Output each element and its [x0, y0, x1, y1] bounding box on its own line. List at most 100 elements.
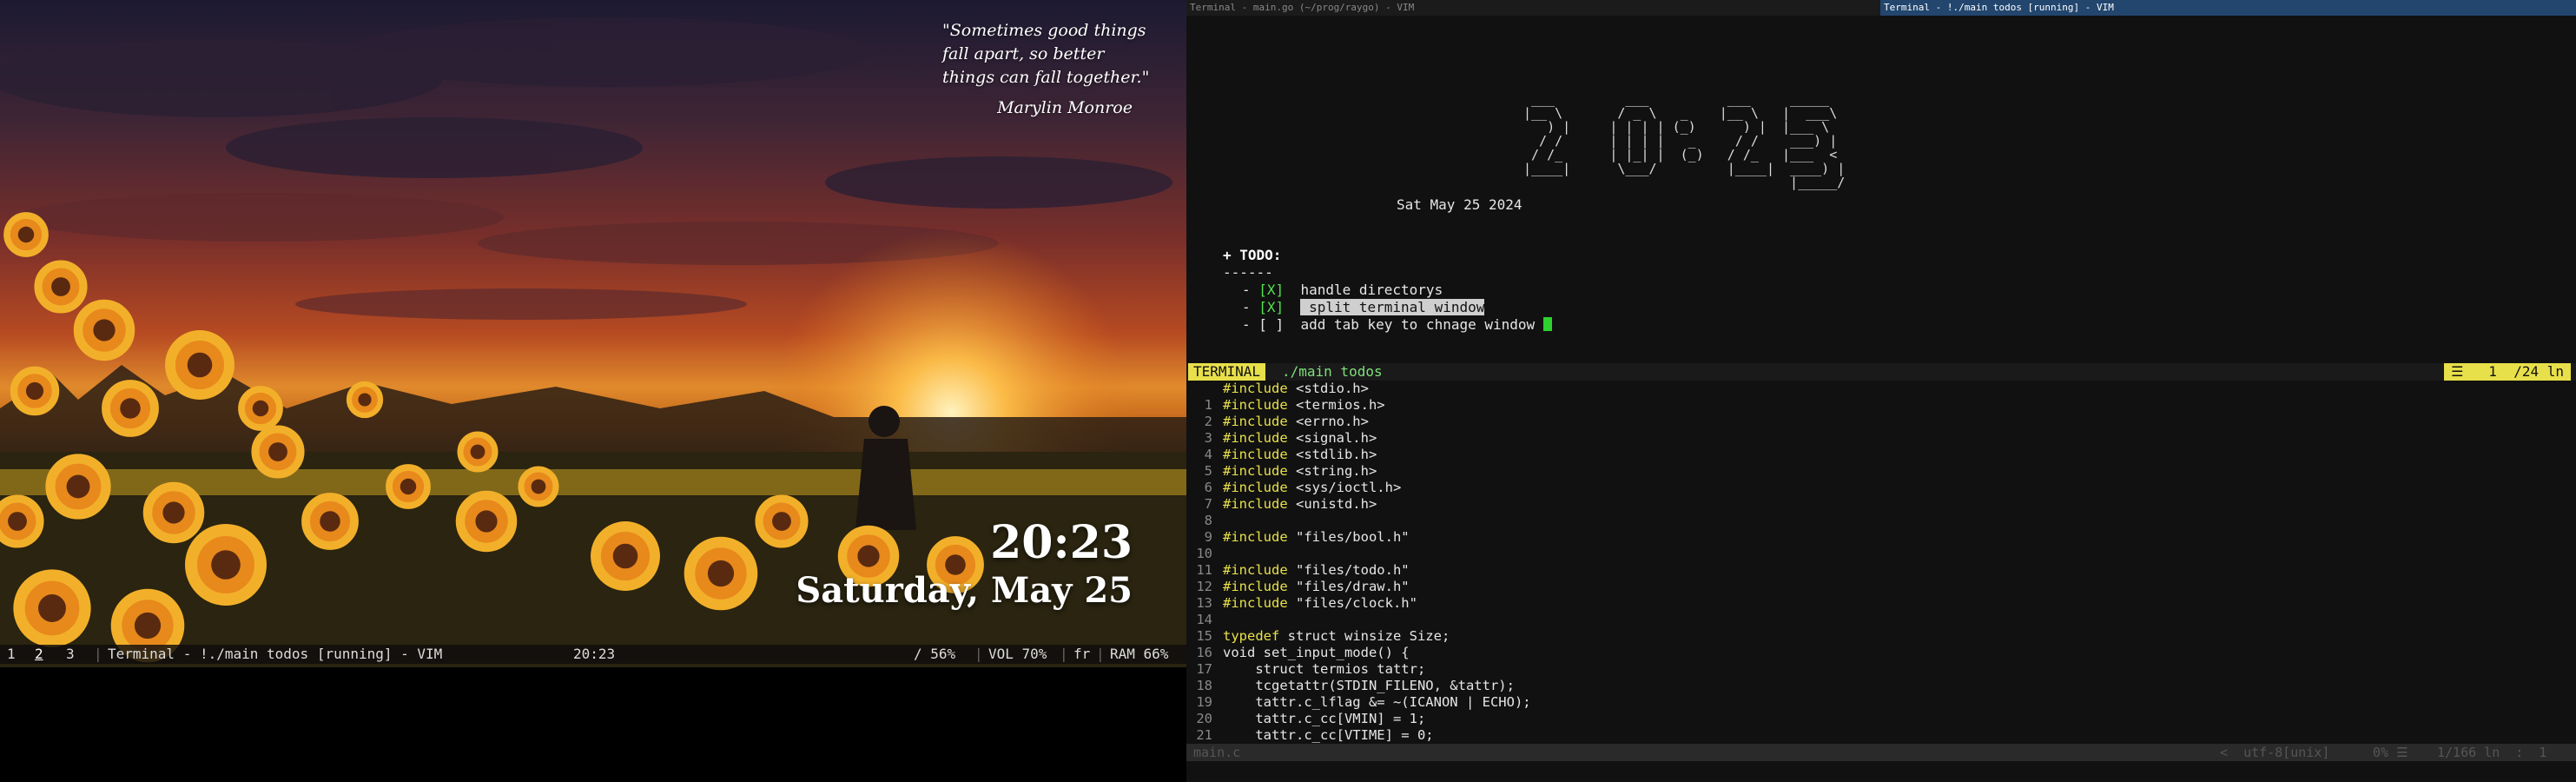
code-line[interactable]: 9 #include "files/bool.h" [1186, 529, 1410, 546]
sunflower-center [17, 226, 35, 243]
todo-item[interactable]: - [X] handle directorys [1242, 282, 1443, 299]
code-line[interactable]: 16 void set_input_mode() { [1186, 645, 1410, 661]
workspace-3[interactable]: 3 [66, 645, 75, 664]
code-line[interactable]: 19 tattr.c_lflag &= ~(ICANON | ECHO); [1186, 694, 1531, 711]
line-number: 15 [1196, 628, 1212, 644]
line-number: 7 [1204, 496, 1212, 512]
window-title-active[interactable]: Terminal - !./main todos [running] - VIM [1880, 0, 2576, 16]
vim-percent: 0% ☰ [2373, 745, 2408, 760]
vim-terminal-window: Terminal - main.go (~/prog/raygo) - VIM … [1186, 0, 2576, 782]
todo-text-selected: split terminal window [1300, 299, 1485, 315]
code-keyword: #include [1223, 480, 1288, 495]
todo-item[interactable]: - [ ] add tab key to chnage window [1242, 316, 1552, 334]
todo-header: + TODO: [1223, 247, 1282, 263]
sunflower-center [400, 478, 417, 495]
code-line[interactable]: 1 #include <termios.h> [1186, 397, 1385, 414]
code-line[interactable]: #include <stdio.h> [1186, 381, 1369, 397]
sunflower-center [187, 352, 213, 378]
code-line[interactable]: 11 #include "files/todo.h" [1186, 562, 1410, 579]
code-line[interactable]: 5 #include <string.h> [1186, 463, 1377, 480]
code-keyword: #include [1223, 595, 1288, 611]
sunflower-center [38, 594, 66, 622]
code-line[interactable]: 2 #include <errno.h> [1186, 414, 1369, 430]
code-text: tcgetattr(STDIN_FILENO, &tattr); [1223, 678, 1515, 693]
vim-command-line[interactable] [1186, 761, 2576, 782]
sunflower-center [25, 381, 44, 401]
todo-text: handle directorys [1300, 282, 1443, 298]
workspace-2[interactable]: 2 [35, 645, 43, 664]
sunflower-center [268, 442, 287, 461]
code-keyword: #include [1223, 562, 1288, 578]
code-line-blank[interactable]: 14 [1186, 612, 1223, 628]
code-keyword: #include [1223, 430, 1288, 446]
sunflower-center [857, 545, 880, 567]
todo-text: add tab key to chnage window [1300, 316, 1536, 333]
terminal-statusline: TERMINAL ./main todos ☰ 1 /24 ln [1186, 363, 2576, 381]
desktop-clock-date: Saturday, May 25 [796, 570, 1133, 611]
workspace-1[interactable]: 1 [7, 645, 16, 664]
window-manager-statusbar: 1 2 3 | Terminal - !./main todos [runnin… [0, 645, 1186, 664]
terminal-cursor [1542, 317, 1552, 331]
code-line[interactable]: 7 #include <unistd.h> [1186, 496, 1377, 513]
statusbar-keyboard-layout[interactable]: fr [1073, 645, 1090, 664]
line-number: 14 [1196, 612, 1212, 627]
todo-checkbox[interactable]: [X] [1258, 299, 1284, 315]
statusbar-clock: 20:23 [573, 646, 616, 662]
wallpaper-quote: "Sometimes good things fall apart, so be… [942, 21, 1150, 87]
line-number: 11 [1196, 562, 1212, 578]
code-keyword: #include [1223, 463, 1288, 479]
terminal-pane[interactable]: ___ ___ ___ _____ |__ \ / _ \ _ |__ \ | … [1186, 16, 2576, 363]
code-line[interactable]: 13 #include "files/clock.h" [1186, 595, 1417, 612]
window-title-inactive[interactable]: Terminal - main.go (~/prog/raygo) - VIM [1186, 0, 1885, 16]
code-line[interactable]: 21 tattr.c_cc[VTIME] = 0; [1186, 727, 1434, 744]
code-text: void set_input_mode() { [1223, 645, 1410, 660]
code-line[interactable]: 18 tcgetattr(STDIN_FILENO, &tattr); [1186, 678, 1515, 694]
code-keyword: #include [1223, 496, 1288, 512]
code-text: <termios.h> [1287, 397, 1385, 413]
code-text: <sys/ioctl.h> [1287, 480, 1402, 495]
line-number: 12 [1196, 579, 1212, 594]
sunflower-center [470, 444, 485, 460]
code-text: tattr.c_cc[VMIN] = 1; [1223, 711, 1426, 726]
desktop-clock-time: 20:23 [990, 516, 1133, 569]
code-text: tattr.c_lflag &= ~(ICANON | ECHO); [1223, 694, 1531, 710]
line-number: 21 [1196, 727, 1212, 743]
line-number: 3 [1204, 430, 1212, 446]
code-line[interactable]: 4 #include <stdlib.h> [1186, 447, 1377, 463]
code-line[interactable]: 17 struct termios tattr; [1186, 661, 1425, 678]
code-keyword: #include [1223, 529, 1288, 545]
code-text: tattr.c_cc[VTIME] = 0; [1223, 727, 1434, 743]
statusbar-volume[interactable]: VOL 70% [988, 645, 1047, 664]
code-keyword: typedef [1223, 628, 1280, 644]
terminal-command: ./main todos [1282, 363, 1383, 380]
code-line[interactable]: 3 #include <signal.h> [1186, 430, 1377, 447]
sunflower-center [93, 319, 116, 341]
code-line-blank[interactable]: 10 [1186, 546, 1223, 562]
code-text: struct winsize Size; [1279, 628, 1450, 644]
desktop-wallpaper: "Sometimes good things fall apart, so be… [0, 0, 1186, 667]
line-number: 4 [1204, 447, 1212, 462]
code-line[interactable]: 15 typedef struct winsize Size; [1186, 628, 1450, 645]
todo-checkbox[interactable]: [ ] [1258, 316, 1284, 333]
ascii-clock: ___ ___ ___ _____ |__ \ / _ \ _ |__ \ | … [1523, 91, 1846, 190]
code-text: <string.h> [1287, 463, 1377, 479]
sunflower-center [211, 550, 241, 580]
sunflower-center [252, 400, 269, 417]
todo-item[interactable]: - [X] split terminal window [1242, 299, 1485, 316]
todo-checkbox[interactable]: [X] [1258, 282, 1284, 298]
terminal-date: Sat May 25 2024 [1397, 196, 1522, 213]
line-number: 1 [1204, 397, 1212, 413]
code-line[interactable]: 20 tattr.c_cc[VMIN] = 1; [1186, 711, 1425, 727]
code-line-blank[interactable]: 8 [1186, 513, 1223, 529]
code-text: "files/todo.h" [1287, 562, 1410, 578]
terminal-mode-badge: TERMINAL [1188, 363, 1266, 381]
sunflower-center [51, 277, 70, 296]
code-line[interactable]: 12 #include "files/draw.h" [1186, 579, 1410, 595]
sunflower-center [120, 398, 141, 419]
sunflower-center [612, 543, 638, 569]
sunflower-center [772, 512, 791, 531]
code-line[interactable]: 6 #include <sys/ioctl.h> [1186, 480, 1402, 496]
code-text: "files/draw.h" [1287, 579, 1410, 594]
todo-rule: ------ [1223, 264, 1273, 281]
code-editor-pane[interactable]: #include <stdio.h> 1 #include <termios.h>… [1186, 381, 2576, 744]
